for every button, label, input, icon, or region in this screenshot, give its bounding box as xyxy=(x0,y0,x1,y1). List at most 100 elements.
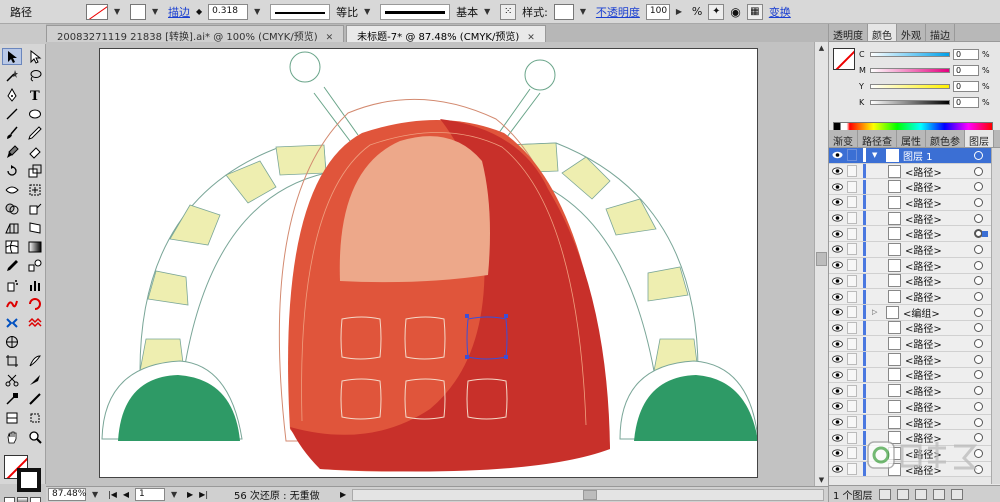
target-icon[interactable] xyxy=(974,292,983,302)
chevron-down-icon[interactable]: ▼ xyxy=(114,7,124,16)
slice-select-icon[interactable] xyxy=(2,409,22,426)
align-icon[interactable]: ▦ xyxy=(746,3,763,20)
layer-item-row[interactable]: <路径> xyxy=(829,336,991,352)
width-tool-icon[interactable] xyxy=(2,181,22,198)
document-tab[interactable]: 20083271119 21838 [转换].ai* @ 100% (CMYK/… xyxy=(46,25,345,43)
scroll-thumb[interactable] xyxy=(816,252,827,266)
layer-item-name[interactable]: <路径> xyxy=(905,258,974,273)
yellow-slider-row[interactable]: Y 0 % xyxy=(859,80,999,92)
paintbrush-icon[interactable] xyxy=(2,124,22,141)
pucker-tool-icon[interactable] xyxy=(2,314,22,331)
channel-value-field[interactable]: 0 xyxy=(953,96,979,108)
eye-icon[interactable] xyxy=(831,166,843,176)
zoom-field[interactable]: 87.48% xyxy=(48,488,86,501)
layer-item-name[interactable]: <路径> xyxy=(905,415,974,430)
vertical-scrollbar[interactable]: ▲ ▼ xyxy=(814,42,828,486)
eye-icon[interactable] xyxy=(831,339,843,349)
lock-toggle[interactable] xyxy=(847,384,857,397)
eraser-icon[interactable] xyxy=(25,143,45,160)
opacity-field[interactable]: 100 xyxy=(645,3,670,20)
layer-item-name[interactable]: <路径> xyxy=(905,164,974,179)
chevron-down-icon[interactable]: ▼ xyxy=(254,7,264,16)
chevron-down-icon[interactable]: ▼ xyxy=(580,7,590,16)
layer-item-name[interactable]: <路径> xyxy=(905,383,974,398)
live-paint-icon[interactable] xyxy=(25,200,45,217)
artboard-number-field[interactable]: 1 xyxy=(135,488,166,501)
rotate-tool-icon[interactable] xyxy=(2,162,22,179)
gradient-tool-icon[interactable] xyxy=(25,238,45,255)
layer-item-name[interactable]: <路径> xyxy=(905,195,974,210)
layer-item-row[interactable]: <路径> xyxy=(829,399,991,415)
artboard-select-icon[interactable] xyxy=(25,409,45,426)
trash-icon[interactable] xyxy=(950,488,963,500)
target-icon[interactable] xyxy=(974,386,983,396)
channel-value-field[interactable]: 0 xyxy=(953,80,979,92)
layer-item-row[interactable]: <路径> xyxy=(829,179,991,196)
new-sublayer-icon[interactable] xyxy=(914,488,927,500)
target-icon[interactable] xyxy=(974,307,983,317)
free-transform-icon[interactable] xyxy=(25,181,45,198)
lock-toggle[interactable] xyxy=(847,149,857,162)
artboard[interactable] xyxy=(99,48,758,478)
eye-icon[interactable] xyxy=(831,354,843,364)
layer-item-name[interactable]: <路径> xyxy=(905,320,974,335)
lock-toggle[interactable] xyxy=(847,321,857,334)
measure-tool-icon[interactable] xyxy=(25,390,45,407)
blob-brush-icon[interactable] xyxy=(2,143,22,160)
mesh-tool-icon[interactable] xyxy=(2,238,22,255)
layer-list[interactable]: ▼ 图层 1 <路径> <路径> <路径> <路径> <路径> <路径> <路径> <路径> <… xyxy=(829,148,991,484)
locate-object-icon[interactable] xyxy=(878,488,891,500)
layer-item-name[interactable]: <路径> xyxy=(905,367,974,382)
tab-layers[interactable]: 图层 xyxy=(965,130,994,148)
lock-toggle[interactable] xyxy=(847,353,857,366)
target-icon[interactable] xyxy=(974,213,983,223)
graphic-style-swatch[interactable] xyxy=(553,3,574,20)
canvas-area[interactable] xyxy=(46,42,814,486)
layers-scrollbar[interactable] xyxy=(991,148,1000,484)
black-slider-row[interactable]: K 0 % xyxy=(859,96,999,108)
channel-slider[interactable] xyxy=(870,67,950,73)
lock-toggle[interactable] xyxy=(847,337,857,350)
layer-item-row[interactable]: <路径> xyxy=(829,226,991,243)
channel-slider[interactable] xyxy=(870,83,950,89)
channel-slider[interactable] xyxy=(870,51,950,57)
magic-wand-icon[interactable] xyxy=(2,67,22,84)
lock-toggle[interactable] xyxy=(847,259,857,272)
target-icon[interactable] xyxy=(974,197,983,207)
eye-icon[interactable] xyxy=(831,433,843,443)
tab-color[interactable]: 颜色 xyxy=(868,24,897,42)
scroll-up-icon[interactable]: ▲ xyxy=(815,42,828,54)
lock-toggle[interactable] xyxy=(847,165,857,178)
column-graph-icon[interactable] xyxy=(25,276,45,293)
layer-item-name[interactable]: <路径> xyxy=(905,211,974,226)
layer-item-name[interactable]: <路径> xyxy=(905,242,974,257)
channel-value-field[interactable]: 0 xyxy=(953,64,979,76)
hand-tool-icon[interactable] xyxy=(2,428,22,445)
layer-item-row[interactable]: <路径> xyxy=(829,210,991,227)
chevron-down-icon[interactable]: ▼ xyxy=(484,7,494,16)
chevron-down-icon[interactable]: ▼ xyxy=(171,490,181,499)
target-icon[interactable] xyxy=(974,323,983,333)
layer-item-name[interactable]: <路径> xyxy=(905,226,974,241)
horizontal-scrollbar[interactable] xyxy=(352,488,824,501)
lock-toggle[interactable] xyxy=(847,306,857,319)
layer-item-row[interactable]: <路径> xyxy=(829,163,991,180)
layer-item-row[interactable]: ▷ <编组> xyxy=(829,304,991,321)
gradient-mode-icon[interactable] xyxy=(17,497,28,502)
color-mode-icon[interactable] xyxy=(4,497,15,502)
eye-icon[interactable] xyxy=(831,448,843,458)
eye-icon[interactable] xyxy=(831,370,843,380)
clipping-mask-icon[interactable] xyxy=(896,488,909,500)
target-icon[interactable] xyxy=(974,354,983,364)
lock-toggle[interactable] xyxy=(847,447,857,460)
lock-toggle[interactable] xyxy=(847,290,857,303)
none-mode-icon[interactable] xyxy=(30,497,41,502)
tab-stroke[interactable]: 描边 xyxy=(926,24,955,42)
ellipse-tool-icon[interactable] xyxy=(25,105,45,122)
eye-icon[interactable] xyxy=(831,323,843,333)
lock-toggle[interactable] xyxy=(847,243,857,256)
tab-transparency[interactable]: 透明度 xyxy=(829,24,868,42)
stroke-swatch-icon[interactable] xyxy=(17,468,41,492)
chevron-down-icon[interactable]: ▼ xyxy=(872,151,880,159)
layer-name[interactable]: 图层 1 xyxy=(903,148,974,163)
